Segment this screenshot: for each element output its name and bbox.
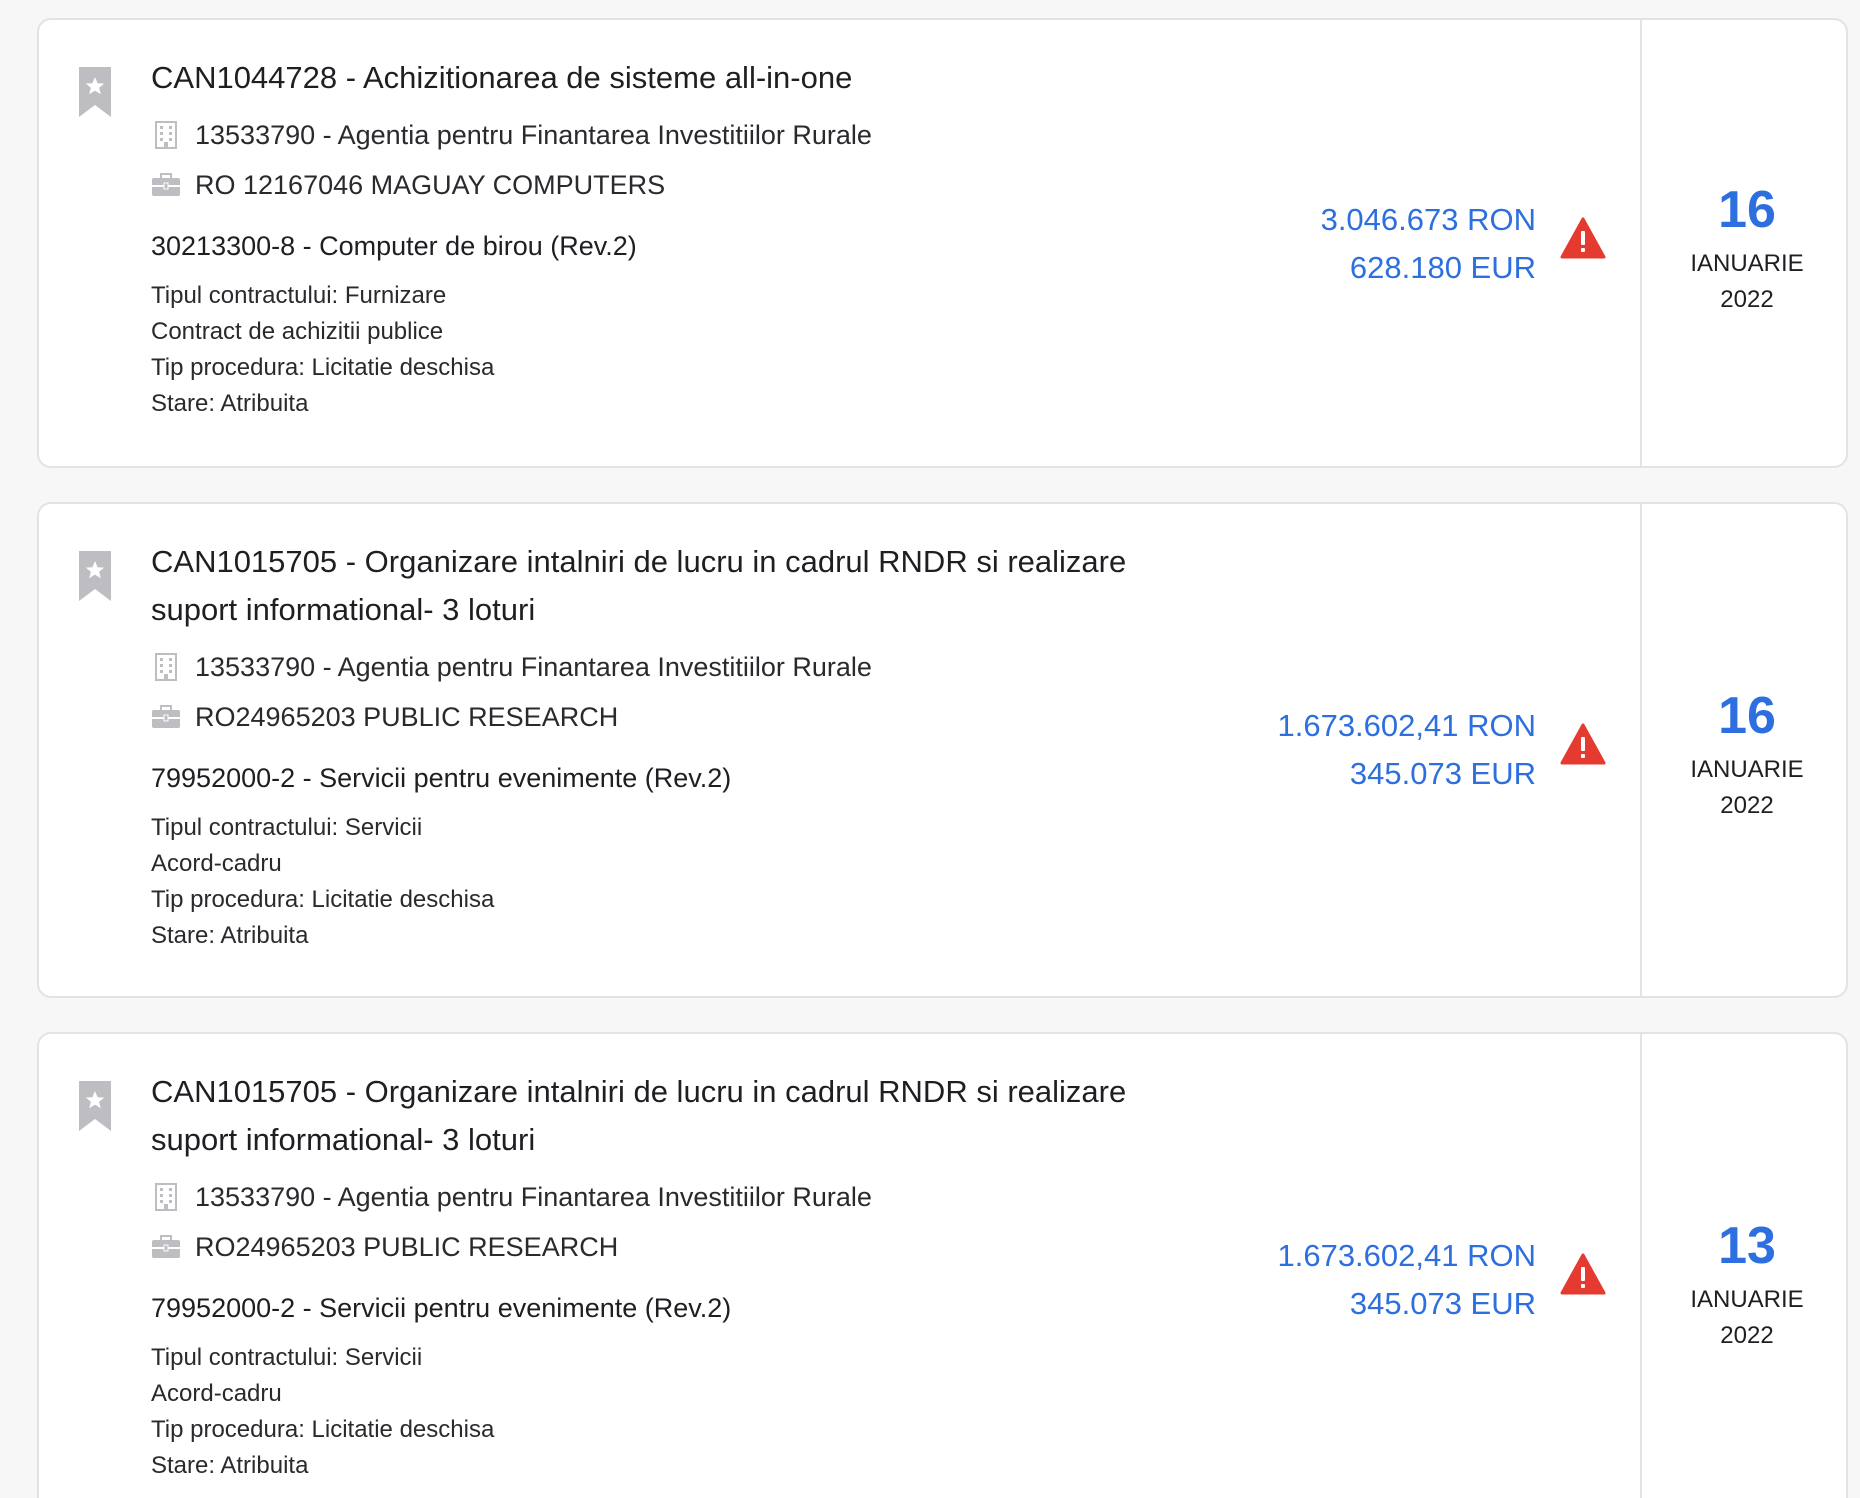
status-line: Stare: Atribuita [151,918,1231,954]
tender-title[interactable]: CAN1015705 - Organizare intalniri de luc… [151,538,1211,634]
tender-card-body: CAN1044728 - Achizitionarea de sisteme a… [151,20,1231,422]
warning-icon[interactable] [1560,723,1606,765]
briefcase-icon [151,702,181,732]
value-ron: 1.673.602,41 RON [1277,1238,1536,1273]
contract-type: Tipul contractului: Furnizare [151,282,447,309]
contracting-authority[interactable]: 13533790 - Agentia pentru Finantarea Inv… [195,1182,872,1213]
value-ron: 1.673.602,41 RON [1277,708,1536,743]
value-eur: 345.073 EUR [1349,1286,1536,1321]
contract-details: Tipul contractului: Servicii Acord-cadru… [151,810,1231,954]
date-month: IANUARIE [1690,1286,1804,1313]
status-label: Stare: [151,1452,221,1479]
date-day: 16 [1718,181,1776,239]
supplier[interactable]: RO24965203 PUBLIC RESEARCH [195,702,618,733]
date-day: 13 [1718,1217,1776,1275]
procedure-type: Tip procedura: Licitatie deschisa [151,1416,495,1443]
date-day: 16 [1718,687,1776,745]
status-line: Stare: Atribuita [151,386,1231,422]
tender-title[interactable]: CAN1044728 - Achizitionarea de sisteme a… [151,54,1211,102]
date-year: 2022 [1720,792,1774,819]
status-value: Atribuita [220,1452,309,1479]
tender-card[interactable]: CAN1015705 - Organizare intalniri de luc… [37,1032,1848,1498]
supplier[interactable]: RO24965203 PUBLIC RESEARCH [195,1232,618,1263]
date-year: 2022 [1720,1322,1774,1349]
cpv-code: 30213300-8 - Computer de birou (Rev.2) [151,231,637,261]
procedure-type: Tip procedura: Licitatie deschisa [151,354,495,381]
building-icon [151,652,181,682]
briefcase-icon [151,170,181,200]
value-eur: 628.180 EUR [1349,250,1536,285]
value-ron: 3.046.673 RON [1320,202,1536,237]
supplier-row: RO24965203 PUBLIC RESEARCH [151,692,1231,742]
status-value: Atribuita [220,390,309,417]
warning-icon[interactable] [1560,217,1606,259]
tender-card-body: CAN1015705 - Organizare intalniri de luc… [151,1034,1231,1484]
procedure-type: Tip procedura: Licitatie deschisa [151,886,495,913]
status-line: Stare: Atribuita [151,1448,1231,1484]
contract-type: Tipul contractului: Servicii [151,814,423,841]
contract-kind: Contract de achizitii publice [151,318,444,345]
contracting-authority[interactable]: 13533790 - Agentia pentru Finantarea Inv… [195,120,872,151]
status-label: Stare: [151,390,221,417]
contract-value: 1.673.602,41 RON 345.073 EUR [1116,1232,1536,1328]
briefcase-icon [151,1232,181,1262]
status-value: Atribuita [220,922,309,949]
date-month: IANUARIE [1690,756,1804,783]
publication-date: 16 IANUARIE 2022 [1640,504,1846,996]
contract-details: Tipul contractului: Furnizare Contract d… [151,278,1231,422]
supplier-row: RO 12167046 MAGUAY COMPUTERS [151,160,1231,210]
contract-kind: Acord-cadru [151,1380,282,1407]
contracting-authority[interactable]: 13533790 - Agentia pentru Finantarea Inv… [195,652,872,683]
date-month: IANUARIE [1690,250,1804,277]
date-year: 2022 [1720,286,1774,313]
publication-date: 16 IANUARIE 2022 [1640,20,1846,466]
contract-type: Tipul contractului: Servicii [151,1344,423,1371]
supplier[interactable]: RO 12167046 MAGUAY COMPUTERS [195,170,665,201]
contract-details: Tipul contractului: Servicii Acord-cadru… [151,1340,1231,1484]
value-eur: 345.073 EUR [1349,756,1536,791]
tender-title[interactable]: CAN1015705 - Organizare intalniri de luc… [151,1068,1211,1164]
cpv-code: 79952000-2 - Servicii pentru evenimente … [151,763,732,793]
cpv-code: 79952000-2 - Servicii pentru evenimente … [151,1293,732,1323]
tender-results-list: CAN1044728 - Achizitionarea de sisteme a… [0,0,1860,1498]
contract-value: 1.673.602,41 RON 345.073 EUR [1116,702,1536,798]
tender-card[interactable]: CAN1015705 - Organizare intalniri de luc… [37,502,1848,998]
contracting-authority-row: 13533790 - Agentia pentru Finantarea Inv… [151,642,1231,692]
bookmark-star-icon[interactable] [79,67,111,117]
contract-value: 3.046.673 RON 628.180 EUR [1116,196,1536,292]
publication-date: 13 IANUARIE 2022 [1640,1034,1846,1498]
contracting-authority-row: 13533790 - Agentia pentru Finantarea Inv… [151,110,1231,160]
tender-card[interactable]: CAN1044728 - Achizitionarea de sisteme a… [37,18,1848,468]
bookmark-star-icon[interactable] [79,1081,111,1131]
building-icon [151,120,181,150]
building-icon [151,1182,181,1212]
supplier-row: RO24965203 PUBLIC RESEARCH [151,1222,1231,1272]
contracting-authority-row: 13533790 - Agentia pentru Finantarea Inv… [151,1172,1231,1222]
warning-icon[interactable] [1560,1253,1606,1295]
tender-card-body: CAN1015705 - Organizare intalniri de luc… [151,504,1231,954]
contract-kind: Acord-cadru [151,850,282,877]
bookmark-star-icon[interactable] [79,551,111,601]
status-label: Stare: [151,922,221,949]
